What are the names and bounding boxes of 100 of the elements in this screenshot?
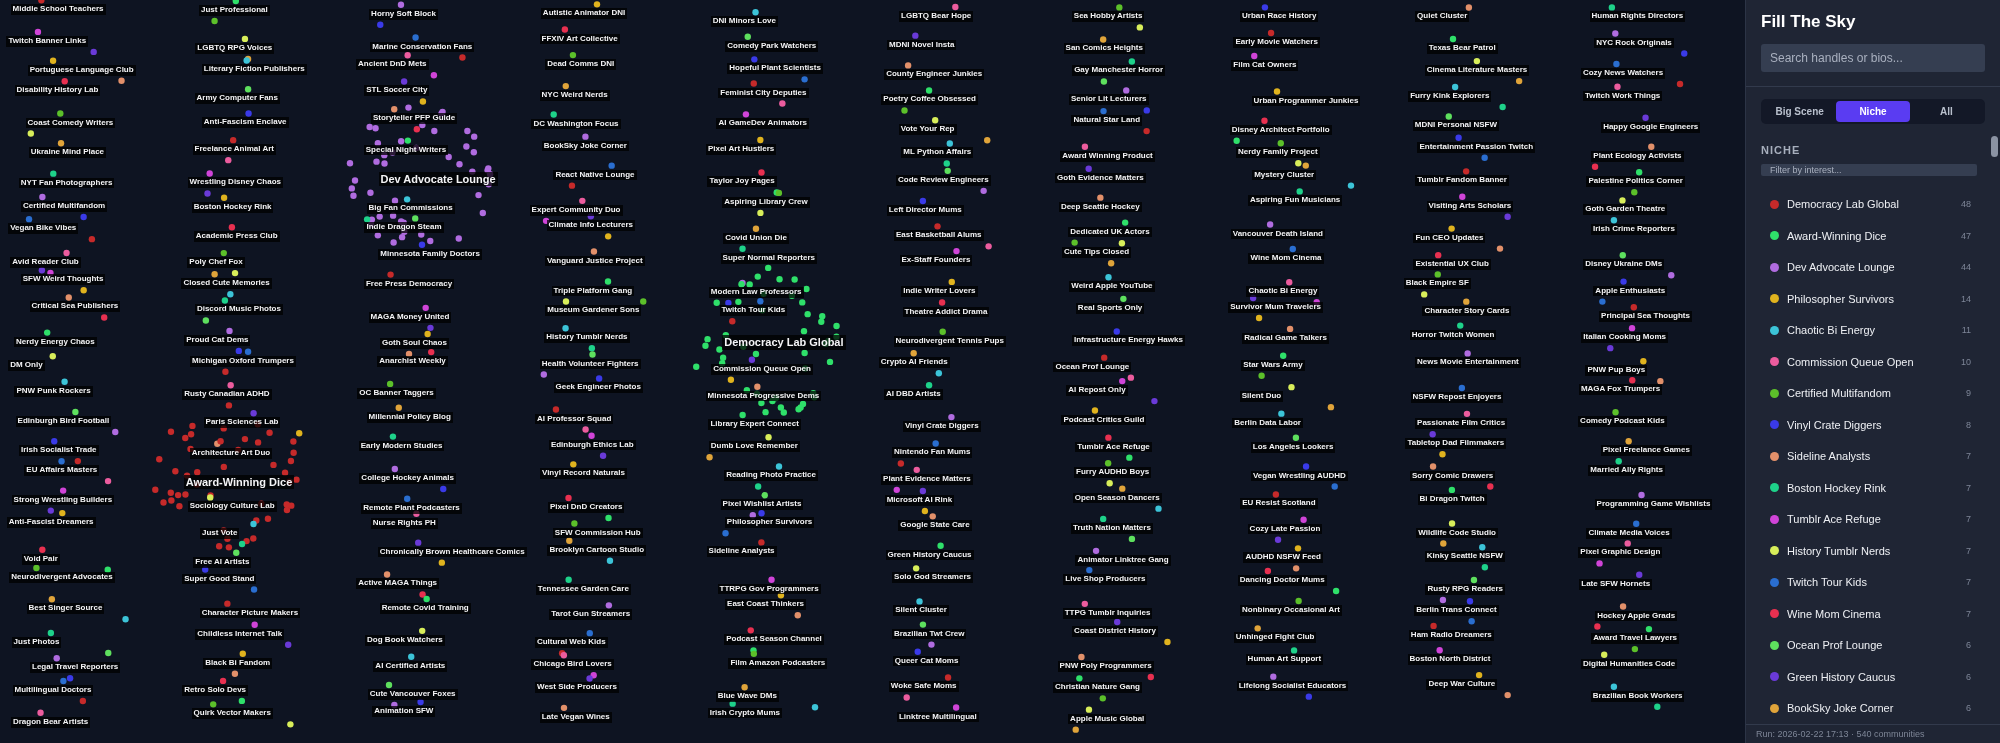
node-label: Natural Star Land xyxy=(1071,115,1143,126)
node-label: Sea Hobby Artists xyxy=(1071,11,1145,23)
community-item[interactable]: Democracy Lab Global 48 xyxy=(1761,188,1985,220)
node-label: Hopeful Plant Scientists xyxy=(727,63,823,75)
node-label: Avid Reader Club xyxy=(10,256,81,268)
node-label: Married Ally Rights xyxy=(1588,465,1665,477)
node-label: Green History Caucus xyxy=(885,549,974,561)
community-name: Democracy Lab Global xyxy=(1787,198,1900,211)
node-label: Triple Platform Gang xyxy=(551,285,635,297)
community-count: 7 xyxy=(1966,545,1971,556)
node-label: Vote Your Rep xyxy=(898,124,957,136)
node-label: AI GameDev Animators xyxy=(716,118,810,130)
node-label: Woke Safe Moms xyxy=(888,681,959,693)
community-item[interactable]: Dev Advocate Lounge 44 xyxy=(1761,251,1985,283)
node-label: Silent Cluster xyxy=(893,605,949,617)
node-label: LGBTQ RPG Voices xyxy=(195,42,275,54)
community-item[interactable]: Chaotic Bi Energy 11 xyxy=(1761,314,1985,346)
node-label: Berlin Trans Connect xyxy=(1414,605,1499,616)
community-item[interactable]: Green History Caucus 6 xyxy=(1761,661,1985,693)
scope-tab[interactable]: Big Scene xyxy=(1763,101,1837,122)
node-label: Existential UX Club xyxy=(1413,259,1491,270)
community-item[interactable]: History Tumblr Nerds 7 xyxy=(1761,535,1985,567)
node-label: TTRPG Gov Programmers xyxy=(717,583,821,595)
node-label: West Side Producers xyxy=(535,682,619,694)
node-label: AI DBD Artists xyxy=(883,389,943,401)
node-label: San Comics Heights xyxy=(1063,43,1145,55)
scope-tab[interactable]: All xyxy=(1909,101,1983,122)
community-item[interactable]: Ocean Prof Lounge 6 xyxy=(1761,629,1985,661)
node-label: Podcast Critics Guild xyxy=(1061,414,1147,426)
community-item[interactable]: Sideline Analysts 7 xyxy=(1761,440,1985,472)
node-label: Neurodivergent Advocates xyxy=(9,572,115,583)
node-label: Special Night Writers xyxy=(363,144,449,156)
node-label: Disability History Lab xyxy=(14,85,101,96)
search-field[interactable]: Search handles or bios... xyxy=(1761,44,1985,72)
node-label: Unhinged Fight Club xyxy=(1233,632,1317,644)
node-label: Certified Multifandom xyxy=(20,200,108,212)
community-name: Ocean Prof Lounge xyxy=(1787,639,1884,652)
node-label: Crypto AI Friends xyxy=(878,357,950,368)
node-label: Kinky Seattle NSFW xyxy=(1424,551,1505,562)
community-item[interactable]: Philosopher Survivors 14 xyxy=(1761,283,1985,315)
node-label: Rusty Canadian ADHD xyxy=(182,389,272,401)
app-title: Fill The Sky xyxy=(1761,12,1857,32)
node-label: Chicago Bird Lovers xyxy=(531,659,614,671)
community-name: BookSky Joke Corner xyxy=(1787,702,1895,715)
node-label: Michigan Oxford Trumpers xyxy=(190,355,296,367)
scrollbar-thumb[interactable] xyxy=(1991,136,1998,157)
node-label: Real Sports Only xyxy=(1075,302,1145,314)
community-item[interactable]: BookSky Joke Corner 6 xyxy=(1761,692,1985,724)
node-label: Minnesota Family Doctors xyxy=(378,248,482,260)
node-label: Mystery Cluster xyxy=(1252,169,1317,181)
node-label: EU Affairs Masters xyxy=(24,465,100,476)
node-label: Covid Union Die xyxy=(723,232,789,244)
community-name: Award-Winning Dice xyxy=(1787,229,1888,242)
community-item[interactable]: Wine Mom Cinema 7 xyxy=(1761,598,1985,630)
node-label: OC Banner Taggers xyxy=(357,387,436,399)
node-label: Nerdy Energy Chaos xyxy=(13,336,97,348)
node-label: Coast Comedy Writers xyxy=(25,117,116,129)
node-label: Award Winning Product xyxy=(1060,150,1155,162)
community-count: 8 xyxy=(1966,419,1971,430)
node-label: Wildlife Code Studio xyxy=(1416,527,1498,539)
node-label: Quiet Cluster xyxy=(1415,11,1470,23)
node-label: Queer Cat Moms xyxy=(892,655,961,667)
community-item[interactable]: Certified Multifandom 9 xyxy=(1761,377,1985,409)
node-label: Autistic Animator DNI xyxy=(540,8,628,20)
node-label: TTPG Tumblr Inquiries xyxy=(1062,607,1153,619)
node-label: Legal Travel Reporters xyxy=(30,662,121,674)
node-label: Plant Ecology Activists xyxy=(1591,150,1684,162)
community-name: Philosopher Survivors xyxy=(1787,292,1895,305)
community-count: 10 xyxy=(1961,356,1971,367)
node-label: Black Empire SF xyxy=(1403,278,1471,290)
node-label: Millennial Policy Blog xyxy=(366,411,453,423)
node-label: Just Vote xyxy=(200,528,240,539)
node-label: Horror Twitch Women xyxy=(1409,329,1497,341)
community-item[interactable]: Commission Queue Open 10 xyxy=(1761,346,1985,378)
community-item[interactable]: Boston Hockey Rink 7 xyxy=(1761,472,1985,504)
community-item[interactable]: Award-Winning Dice 47 xyxy=(1761,220,1985,252)
community-name: History Tumblr Nerds xyxy=(1787,544,1892,557)
community-name: Chaotic Bi Energy xyxy=(1787,324,1877,337)
node-label: PNW Poly Programmers xyxy=(1057,660,1154,672)
node-label: AI Certified Artists xyxy=(373,660,448,672)
community-item[interactable]: Tumblr Ace Refuge 7 xyxy=(1761,503,1985,535)
community-item[interactable]: Vinyl Crate Diggers 8 xyxy=(1761,409,1985,441)
node-label: Vinyl Crate Diggers xyxy=(902,421,981,432)
community-name: Sideline Analysts xyxy=(1787,450,1872,463)
community-name: Vinyl Crate Diggers xyxy=(1787,418,1883,431)
node-label: MAGA Money United xyxy=(368,311,452,323)
node-label: Wrestling Disney Chaos xyxy=(187,177,283,189)
node-label: Remote Plant Podcasters xyxy=(361,502,462,514)
cluster-label: Democracy Lab Global xyxy=(722,335,846,350)
scope-tab[interactable]: Niche xyxy=(1836,101,1910,122)
node-label: Reading Photo Practice xyxy=(724,470,818,482)
node-label: Cute Vancouver Foxes xyxy=(367,689,458,700)
node-label: East Coast Thinkers xyxy=(725,599,806,611)
node-label: NSFW Repost Enjoyers xyxy=(1410,392,1504,403)
node-label: Urban Race History xyxy=(1240,11,1319,23)
node-label: Wine Mom Cinema xyxy=(1248,253,1324,264)
filter-field[interactable]: Filter by interest... xyxy=(1761,164,1977,176)
node-label: Linktree Multilingual xyxy=(896,711,979,723)
community-item[interactable]: Twitch Tour Kids 7 xyxy=(1761,566,1985,598)
node-label: Dancing Doctor Mums xyxy=(1237,575,1327,586)
